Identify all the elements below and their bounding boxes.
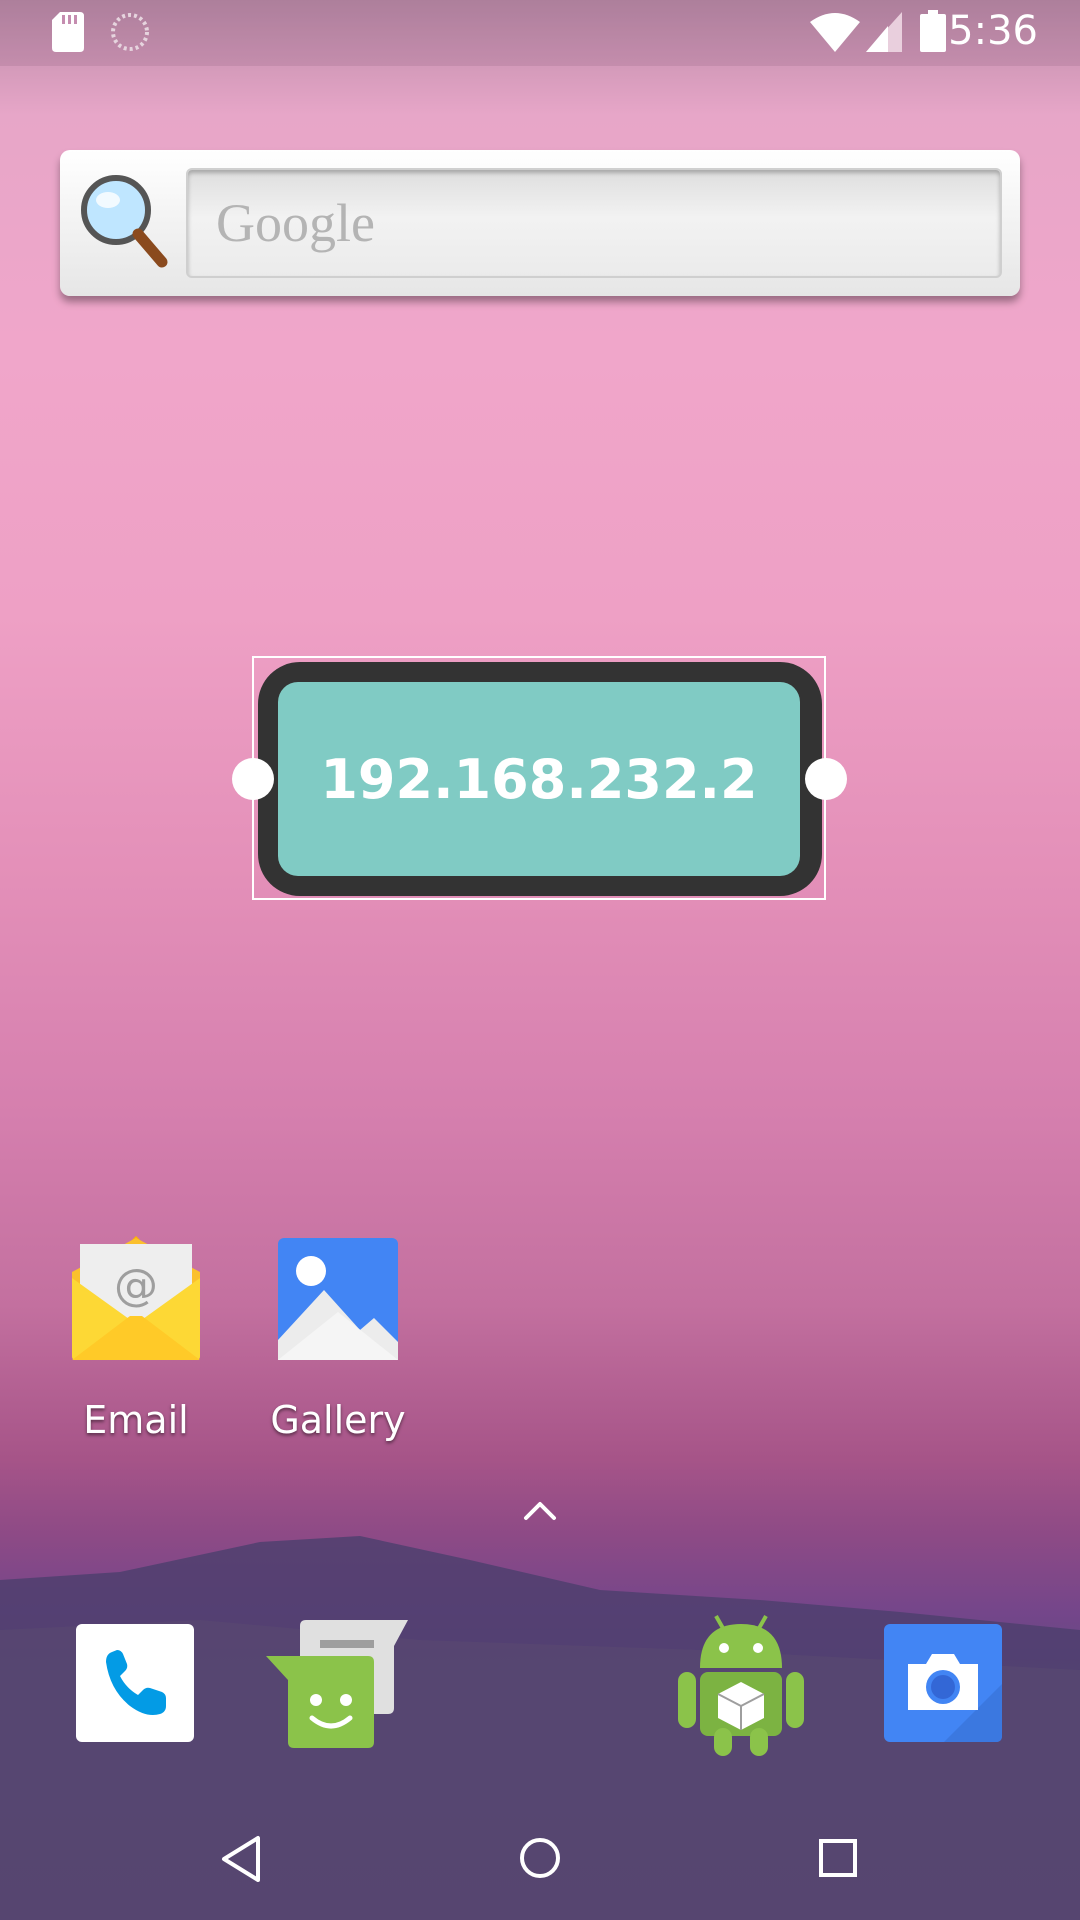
status-time: 5:36 bbox=[948, 8, 1038, 54]
sync-icon bbox=[111, 13, 149, 51]
gallery-icon bbox=[278, 1238, 398, 1360]
android-icon bbox=[678, 1615, 804, 1756]
app-label-gallery: Gallery bbox=[270, 1398, 406, 1442]
app-label-email: Email bbox=[83, 1398, 189, 1442]
sd-card-icon bbox=[52, 12, 84, 52]
ip-address-widget[interactable]: 192.168.232.2 bbox=[258, 662, 822, 896]
app-gallery[interactable] bbox=[278, 1238, 398, 1360]
recents-icon[interactable] bbox=[818, 1838, 858, 1878]
dock-android-app[interactable] bbox=[676, 1610, 806, 1758]
camera-icon bbox=[884, 1624, 1002, 1742]
email-icon: @ bbox=[72, 1236, 200, 1360]
messaging-icon bbox=[266, 1620, 408, 1748]
search-icon bbox=[81, 175, 168, 268]
dock-messaging[interactable] bbox=[266, 1618, 408, 1750]
svg-text:@: @ bbox=[114, 1260, 158, 1311]
chevron-up-icon[interactable] bbox=[522, 1498, 558, 1522]
battery-icon bbox=[920, 10, 946, 52]
home-icon[interactable] bbox=[518, 1836, 562, 1880]
dock-camera[interactable] bbox=[884, 1624, 1002, 1742]
dock-phone[interactable] bbox=[76, 1624, 194, 1742]
ip-address-text: 192.168.232.2 bbox=[320, 747, 758, 811]
wifi-icon bbox=[810, 13, 860, 52]
navigation-bar bbox=[0, 1802, 1080, 1920]
resize-handle-left[interactable] bbox=[232, 758, 274, 800]
signal-icon bbox=[866, 12, 902, 52]
phone-icon bbox=[76, 1624, 194, 1742]
status-bar: 5:36 bbox=[0, 0, 1080, 66]
google-search-widget[interactable]: Google bbox=[60, 150, 1020, 296]
ip-address-panel: 192.168.232.2 bbox=[278, 682, 800, 876]
app-email[interactable]: @ bbox=[70, 1232, 202, 1362]
google-search-placeholder: Google bbox=[216, 193, 375, 253]
resize-handle-right[interactable] bbox=[805, 758, 847, 800]
back-icon[interactable] bbox=[218, 1834, 266, 1884]
google-search-input[interactable]: Google bbox=[186, 168, 1002, 278]
